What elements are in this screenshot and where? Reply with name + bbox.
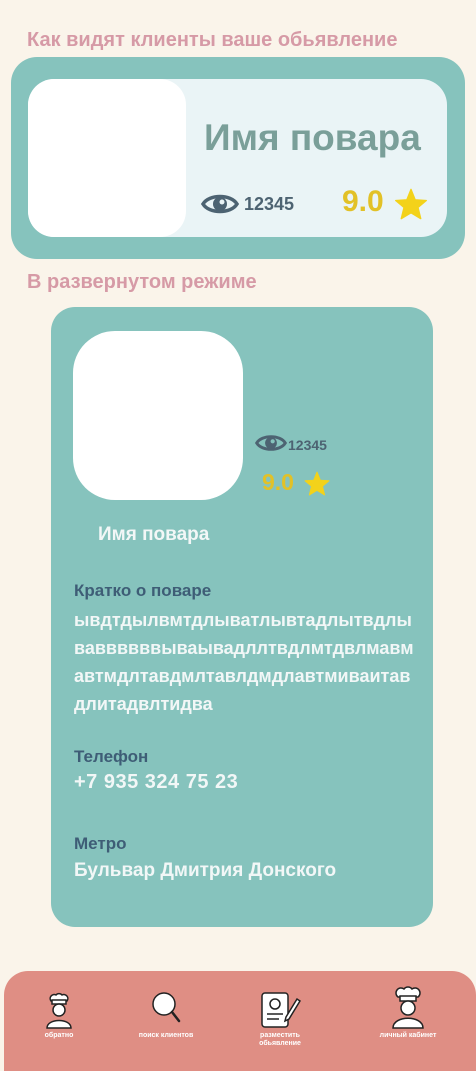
metro-value: Бульвар Дмитрия Донского xyxy=(74,860,337,881)
nav-back-label: обратно xyxy=(44,1032,74,1039)
document-pen-icon xyxy=(259,985,301,1029)
about-label: Кратко о поваре xyxy=(74,581,212,600)
about-text: ывдтдылвмтдлыватлывтадлытвдлываввввввыва… xyxy=(74,610,414,714)
chef-name: Имя повара xyxy=(204,117,421,158)
eye-icon xyxy=(255,431,287,455)
preview-section-title: Как видят клиенты ваше обьявление xyxy=(27,29,398,51)
metro-label: Метро xyxy=(74,834,127,853)
nav-profile[interactable]: личный кабинет xyxy=(373,971,443,1057)
views-count: 12345 xyxy=(288,437,327,453)
nav-search-label: поиск клиентов xyxy=(138,1032,194,1039)
views-count: 12345 xyxy=(244,194,295,214)
preview-card-inner: Имя повара 12345 9.0 xyxy=(28,79,447,237)
star-icon xyxy=(304,471,330,501)
eye-icon xyxy=(201,190,239,218)
expanded-card: 12345 9.0 Имя повара Кратко о поваре ывд… xyxy=(51,307,433,927)
search-icon xyxy=(151,985,181,1029)
preview-card[interactable]: Имя повара 12345 9.0 xyxy=(11,57,465,259)
chef-name: Имя повара xyxy=(98,524,210,545)
rating-value: 9.0 xyxy=(262,469,294,495)
chef-icon xyxy=(44,985,74,1029)
nav-post-ad-label: разместить обьявление xyxy=(259,1032,301,1047)
profile-chef-icon xyxy=(391,985,425,1029)
chef-photo-placeholder xyxy=(28,79,186,237)
phone-value: +7 935 324 75 23 xyxy=(74,771,239,793)
nav-post-ad[interactable]: разместить обьявление xyxy=(245,971,315,1057)
nav-profile-label: личный кабинет xyxy=(379,1032,437,1039)
phone-label: Телефон xyxy=(74,747,149,766)
chef-photo-placeholder xyxy=(73,331,243,500)
bottom-nav: обратно поиск клиентов разместить обьявл… xyxy=(4,971,476,1071)
rating-value: 9.0 xyxy=(342,185,384,218)
nav-back[interactable]: обратно xyxy=(24,971,94,1057)
star-icon xyxy=(394,188,428,225)
nav-search-clients[interactable]: поиск клиентов xyxy=(131,971,201,1057)
expanded-section-title: В развернутом режиме xyxy=(27,271,257,293)
